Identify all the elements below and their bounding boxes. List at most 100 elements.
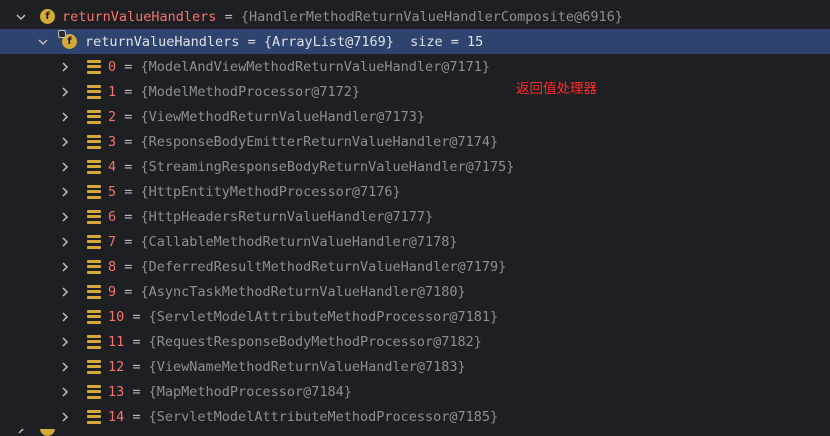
equals-sign: = — [116, 158, 141, 175]
tree-row-element[interactable]: 4 = {StreamingResponseBodyReturnValueHan… — [0, 154, 830, 179]
chevron-right-icon[interactable] — [59, 411, 71, 423]
chevron-right-icon[interactable] — [59, 336, 71, 348]
equals-sign: = — [116, 208, 141, 225]
chevron-right-icon[interactable] — [15, 429, 27, 435]
element-value: {ServletModelAttributeMethodProcessor@71… — [148, 408, 499, 425]
tree-row-element[interactable]: 12 = {ViewNameMethodReturnValueHandler@7… — [0, 354, 830, 379]
element-index: 3 — [108, 133, 117, 150]
array-element-icon — [87, 234, 101, 249]
equals-sign: = — [116, 233, 141, 250]
field-f-icon — [40, 429, 55, 436]
element-index: 0 — [108, 58, 117, 75]
lock-icon — [58, 30, 66, 38]
tree-row-element[interactable]: 5 = {HttpEntityMethodProcessor@7176} — [0, 179, 830, 204]
chevron-right-icon[interactable] — [59, 111, 71, 123]
array-element-icon — [87, 109, 101, 124]
tree-row-root[interactable]: f returnValueHandlers = {HandlerMethodRe… — [0, 4, 830, 29]
chevron-right-icon[interactable] — [59, 311, 71, 323]
array-element-icon — [87, 159, 101, 174]
equals-sign: = — [116, 58, 141, 75]
tree-row-element[interactable]: 8 = {DeferredResultMethodReturnValueHand… — [0, 254, 830, 279]
chevron-right-icon[interactable] — [59, 186, 71, 198]
equals-sign: = — [116, 133, 141, 150]
chevron-right-icon[interactable] — [59, 236, 71, 248]
element-index: 12 — [108, 358, 125, 375]
element-value: {CallableMethodReturnValueHandler@7178} — [140, 233, 458, 250]
element-index: 8 — [108, 258, 117, 275]
equals-sign: = — [124, 383, 149, 400]
tree-row-element[interactable]: 3 = {ResponseBodyEmitterReturnValueHandl… — [0, 129, 830, 154]
tree-row-selected[interactable]: f returnValueHandlers = {ArrayList@7169}… — [0, 29, 830, 54]
element-value: {ServletModelAttributeMethodProcessor@71… — [148, 308, 499, 325]
array-element-icon — [87, 59, 101, 74]
element-value: {ViewMethodReturnValueHandler@7173} — [140, 108, 426, 125]
element-value: {ViewNameMethodReturnValueHandler@7183} — [148, 358, 466, 375]
element-index: 13 — [108, 383, 125, 400]
equals-sign: = — [124, 308, 149, 325]
array-element-icon — [87, 334, 101, 349]
chevron-right-icon[interactable] — [59, 361, 71, 373]
equals-sign: = — [124, 408, 149, 425]
tree-row-partial[interactable] — [0, 429, 830, 436]
element-index: 14 — [108, 408, 125, 425]
element-index: 1 — [108, 83, 117, 100]
chevron-right-icon[interactable] — [59, 86, 71, 98]
equals-sign: = — [216, 8, 241, 25]
element-value: {ModelMethodProcessor@7172} — [140, 83, 360, 100]
equals-sign: = — [124, 358, 149, 375]
equals-sign: = — [124, 333, 149, 350]
chevron-down-icon[interactable] — [15, 11, 27, 23]
tree-row-element[interactable]: 9 = {AsyncTaskMethodReturnValueHandler@7… — [0, 279, 830, 304]
element-index: 11 — [108, 333, 125, 350]
element-index: 6 — [108, 208, 117, 225]
array-element-icon — [87, 134, 101, 149]
chevron-right-icon[interactable] — [59, 136, 71, 148]
equals-sign: = — [239, 33, 264, 50]
equals-sign: = — [116, 183, 141, 200]
annotation-text: 返回值处理器 — [516, 81, 597, 97]
tree-row-element[interactable]: 14 = {ServletModelAttributeMethodProcess… — [0, 404, 830, 429]
element-value: {ResponseBodyEmitterReturnValueHandler@7… — [140, 133, 499, 150]
element-value: {MapMethodProcessor@7184} — [148, 383, 352, 400]
tree-row-element[interactable]: 1 = {ModelMethodProcessor@7172} — [0, 79, 830, 104]
chevron-right-icon[interactable] — [59, 261, 71, 273]
tree-row-element[interactable]: 7 = {CallableMethodReturnValueHandler@71… — [0, 229, 830, 254]
field-name: returnValueHandlers — [62, 8, 217, 25]
tree-row-element[interactable]: 10 = {ServletModelAttributeMethodProcess… — [0, 304, 830, 329]
chevron-right-icon[interactable] — [59, 286, 71, 298]
element-value: {RequestResponseBodyMethodProcessor@7182… — [148, 333, 482, 350]
element-value: {HttpHeadersReturnValueHandler@7177} — [140, 208, 434, 225]
tree-row-element[interactable]: 0 = {ModelAndViewMethodReturnValueHandle… — [0, 54, 830, 79]
field-f-icon: f — [58, 30, 77, 49]
chevron-right-icon[interactable] — [59, 386, 71, 398]
tree-row-element[interactable]: 11 = {RequestResponseBodyMethodProcessor… — [0, 329, 830, 354]
tree-row-element[interactable]: 13 = {MapMethodProcessor@7184} — [0, 379, 830, 404]
element-value: {AsyncTaskMethodReturnValueHandler@7180} — [140, 283, 466, 300]
equals-sign: = — [116, 283, 141, 300]
element-value: {HttpEntityMethodProcessor@7176} — [140, 183, 401, 200]
equals-sign: = — [116, 108, 141, 125]
array-element-icon — [87, 409, 101, 424]
array-element-icon — [87, 259, 101, 274]
chevron-right-icon[interactable] — [59, 211, 71, 223]
chevron-right-icon[interactable] — [59, 161, 71, 173]
field-value: {ArrayList@7169} — [263, 33, 394, 50]
array-element-icon — [87, 284, 101, 299]
element-value: {ModelAndViewMethodReturnValueHandler@71… — [140, 58, 491, 75]
array-element-icon — [87, 359, 101, 374]
chevron-right-icon[interactable] — [59, 61, 71, 73]
size-label: size = 15 — [393, 33, 484, 50]
array-element-icon — [87, 84, 101, 99]
array-element-icon — [87, 209, 101, 224]
chevron-down-icon[interactable] — [37, 36, 49, 48]
array-element-icon — [87, 309, 101, 324]
element-index: 7 — [108, 233, 117, 250]
array-element-icon — [87, 384, 101, 399]
element-index: 5 — [108, 183, 117, 200]
tree-row-element[interactable]: 6 = {HttpHeadersReturnValueHandler@7177} — [0, 204, 830, 229]
tree-row-element[interactable]: 2 = {ViewMethodReturnValueHandler@7173} — [0, 104, 830, 129]
element-value: {StreamingResponseBodyReturnValueHandler… — [140, 158, 515, 175]
element-index: 4 — [108, 158, 117, 175]
equals-sign: = — [116, 258, 141, 275]
element-value: {DeferredResultMethodReturnValueHandler@… — [140, 258, 507, 275]
